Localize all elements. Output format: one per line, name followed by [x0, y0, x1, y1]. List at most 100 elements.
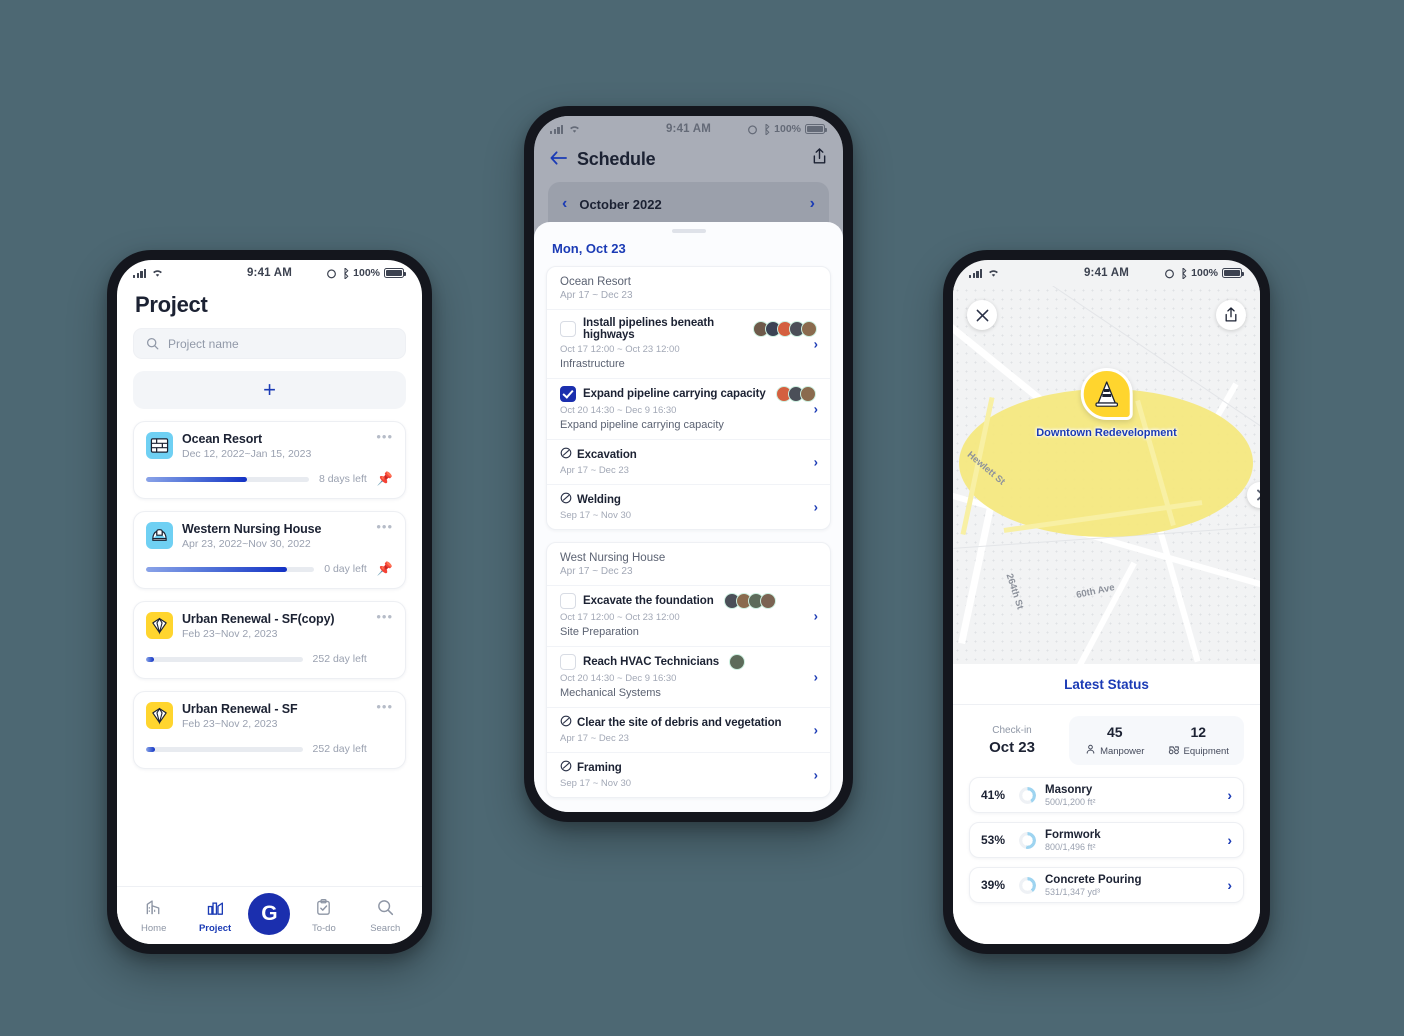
tab-search[interactable]: Search — [357, 898, 413, 934]
task-checkbox[interactable] — [560, 654, 576, 670]
assignee-avatars[interactable] — [729, 654, 746, 670]
month-label: October 2022 — [579, 196, 662, 212]
assignee-avatars[interactable] — [753, 321, 817, 337]
battery-percent: 100% — [353, 267, 380, 279]
chevron-right-icon[interactable]: › — [1227, 787, 1232, 803]
pin-icon[interactable]: 📌 — [377, 561, 393, 577]
schedule-group-header: Ocean Resort Apr 17 ~ Dec 23 — [547, 267, 830, 309]
pin-icon[interactable]: 📌 — [377, 471, 393, 487]
project-card-footer: 0 day left 📌 — [146, 561, 393, 577]
assignee-avatars[interactable] — [775, 386, 816, 402]
alarm-icon — [748, 124, 758, 134]
bluetooth-icon — [1182, 267, 1187, 279]
project-card[interactable]: Urban Renewal - SF Feb 23~Nov 2, 2023 ••• 2… — [133, 691, 406, 769]
project-more-button[interactable]: ••• — [376, 430, 393, 443]
project-name: Urban Renewal - SF(copy) — [182, 612, 335, 626]
share-icon[interactable] — [812, 148, 827, 170]
chevron-right-icon[interactable]: › — [814, 670, 818, 685]
assignee-avatars[interactable] — [723, 593, 776, 609]
chevron-right-icon[interactable]: › — [810, 196, 815, 212]
page-title: Project — [135, 292, 208, 317]
chevron-right-icon[interactable]: › — [814, 723, 818, 738]
sheet-grabber[interactable] — [671, 229, 706, 233]
task-category: Site Preparation — [560, 626, 639, 638]
excavator-icon — [1168, 744, 1180, 758]
schedule-milestone[interactable]: Framing Sep 17 ~ Nov 30 › — [547, 752, 830, 797]
milestone-title-row: Welding — [560, 492, 817, 507]
schedule-milestone[interactable]: Clear the site of debris and vegetation A… — [547, 707, 830, 752]
project-marker[interactable]: Downtown Redevelopment — [1036, 368, 1177, 439]
chevron-right-icon[interactable]: › — [814, 768, 818, 783]
chevron-right-icon[interactable]: › — [814, 455, 818, 470]
avatar — [801, 321, 817, 337]
schedule-task[interactable]: Excavate the foundation Oct 17 12:00 ~ Oc… — [547, 585, 830, 646]
milestone-time: Sep 17 ~ Nov 30 — [560, 510, 632, 521]
share-icon[interactable] — [1216, 300, 1246, 330]
milestone-time: Sep 17 ~ Nov 30 — [560, 778, 632, 789]
task-checkbox[interactable] — [560, 386, 576, 402]
close-icon[interactable] — [967, 300, 997, 330]
page-title: Schedule — [577, 148, 656, 169]
chevron-right-icon[interactable]: › — [814, 402, 818, 417]
checkin-date: Oct 23 — [989, 739, 1035, 756]
project-card[interactable]: Western Nursing House Apr 23, 2022~Nov 30… — [133, 511, 406, 589]
schedule-task[interactable]: Expand pipeline carrying capacity Oct 20 … — [547, 378, 830, 439]
project-card-text: Ocean Resort Dec 12, 2022~Jan 15, 2023 — [182, 432, 367, 460]
project-card[interactable]: Urban Renewal - SF(copy) Feb 23~Nov 2, 20… — [133, 601, 406, 679]
status-bar-right: 100% — [747, 123, 827, 135]
project-more-button[interactable]: ••• — [376, 610, 393, 623]
map-screen: 9:41 AM 100% Hewlett St 264th St 60th Av… — [953, 260, 1260, 944]
project-name: Western Nursing House — [182, 522, 322, 536]
status-item-row[interactable]: 39% Concrete Pouring 531/1,347 yd³ › — [969, 867, 1244, 903]
status-item-quantity: 531/1,347 yd³ — [1045, 886, 1101, 897]
schedule-task[interactable]: Install pipelines beneath highways Oct 17… — [547, 309, 830, 378]
status-percent: 53% — [981, 833, 1006, 847]
days-left-label: 8 days left — [318, 473, 367, 485]
search-icon — [376, 898, 395, 920]
tab-to-do[interactable]: To-do — [296, 898, 352, 934]
search-input[interactable]: Project name — [133, 328, 406, 359]
task-checkbox[interactable] — [560, 593, 576, 609]
latest-status-panel: Latest Status Check-in Oct 23 45 Manpower… — [953, 664, 1260, 944]
chevron-right-icon[interactable]: › — [814, 500, 818, 515]
status-item-row[interactable]: 53% Formwork 800/1,496 ft² › — [969, 822, 1244, 858]
checkin-row: Check-in Oct 23 45 Manpower 12 Equipment — [953, 705, 1260, 775]
brick-wall-icon — [146, 432, 173, 459]
project-more-button[interactable]: ••• — [376, 700, 393, 713]
chevron-right-icon[interactable]: › — [1227, 877, 1232, 893]
schedule-header: Schedule — [534, 142, 843, 182]
tab-project[interactable]: Project — [187, 898, 243, 934]
status-bar-right: 100% — [1164, 267, 1244, 279]
status-item-name: Masonry — [1045, 783, 1093, 796]
avatar — [729, 654, 746, 670]
project-card-footer: 8 days left 📌 — [146, 471, 393, 487]
add-project-button[interactable]: + — [133, 371, 406, 409]
alarm-icon — [1165, 268, 1175, 278]
schedule-milestone[interactable]: Excavation Apr 17 ~ Dec 23 › — [547, 439, 830, 484]
next-project-button[interactable] — [1247, 482, 1260, 508]
status-item-row[interactable]: 41% Masonry 500/1,200 ft² › — [969, 777, 1244, 813]
chevron-left-icon[interactable]: ‹ — [562, 196, 567, 212]
tab-home[interactable]: Home — [126, 898, 182, 934]
counts-block: 45 Manpower 12 Equipment — [1069, 716, 1244, 765]
create-fab-button[interactable]: G — [248, 892, 291, 935]
battery-icon — [384, 268, 406, 278]
schedule-task[interactable]: Reach HVAC Technicians Oct 20 14:30 ~ Dec… — [547, 646, 830, 707]
schedule-milestone[interactable]: Welding Sep 17 ~ Nov 30 › — [547, 484, 830, 529]
building-icon — [144, 898, 163, 920]
project-card[interactable]: Ocean Resort Dec 12, 2022~Jan 15, 2023 •••… — [133, 421, 406, 499]
task-checkbox[interactable] — [560, 321, 576, 337]
status-item-text: Masonry 500/1,200 ft² — [1045, 784, 1218, 807]
chevron-right-icon[interactable]: › — [814, 337, 818, 352]
chevron-right-icon[interactable]: › — [1227, 832, 1232, 848]
map-view[interactable]: Hewlett St 264th St 60th Ave Downtown Re… — [953, 286, 1260, 664]
count-label: Manpower — [1100, 745, 1145, 757]
arrow-left-icon[interactable] — [550, 150, 567, 168]
milestone-time: Apr 17 ~ Dec 23 — [560, 733, 629, 744]
milestone-icon — [560, 760, 572, 775]
status-bar: 9:41 AM 100% — [534, 116, 843, 142]
project-more-button[interactable]: ••• — [376, 520, 393, 533]
progress-ring — [1019, 876, 1036, 894]
schedule-groups: Ocean Resort Apr 17 ~ Dec 23 Install pipel… — [534, 266, 843, 798]
chevron-right-icon[interactable]: › — [814, 609, 818, 624]
